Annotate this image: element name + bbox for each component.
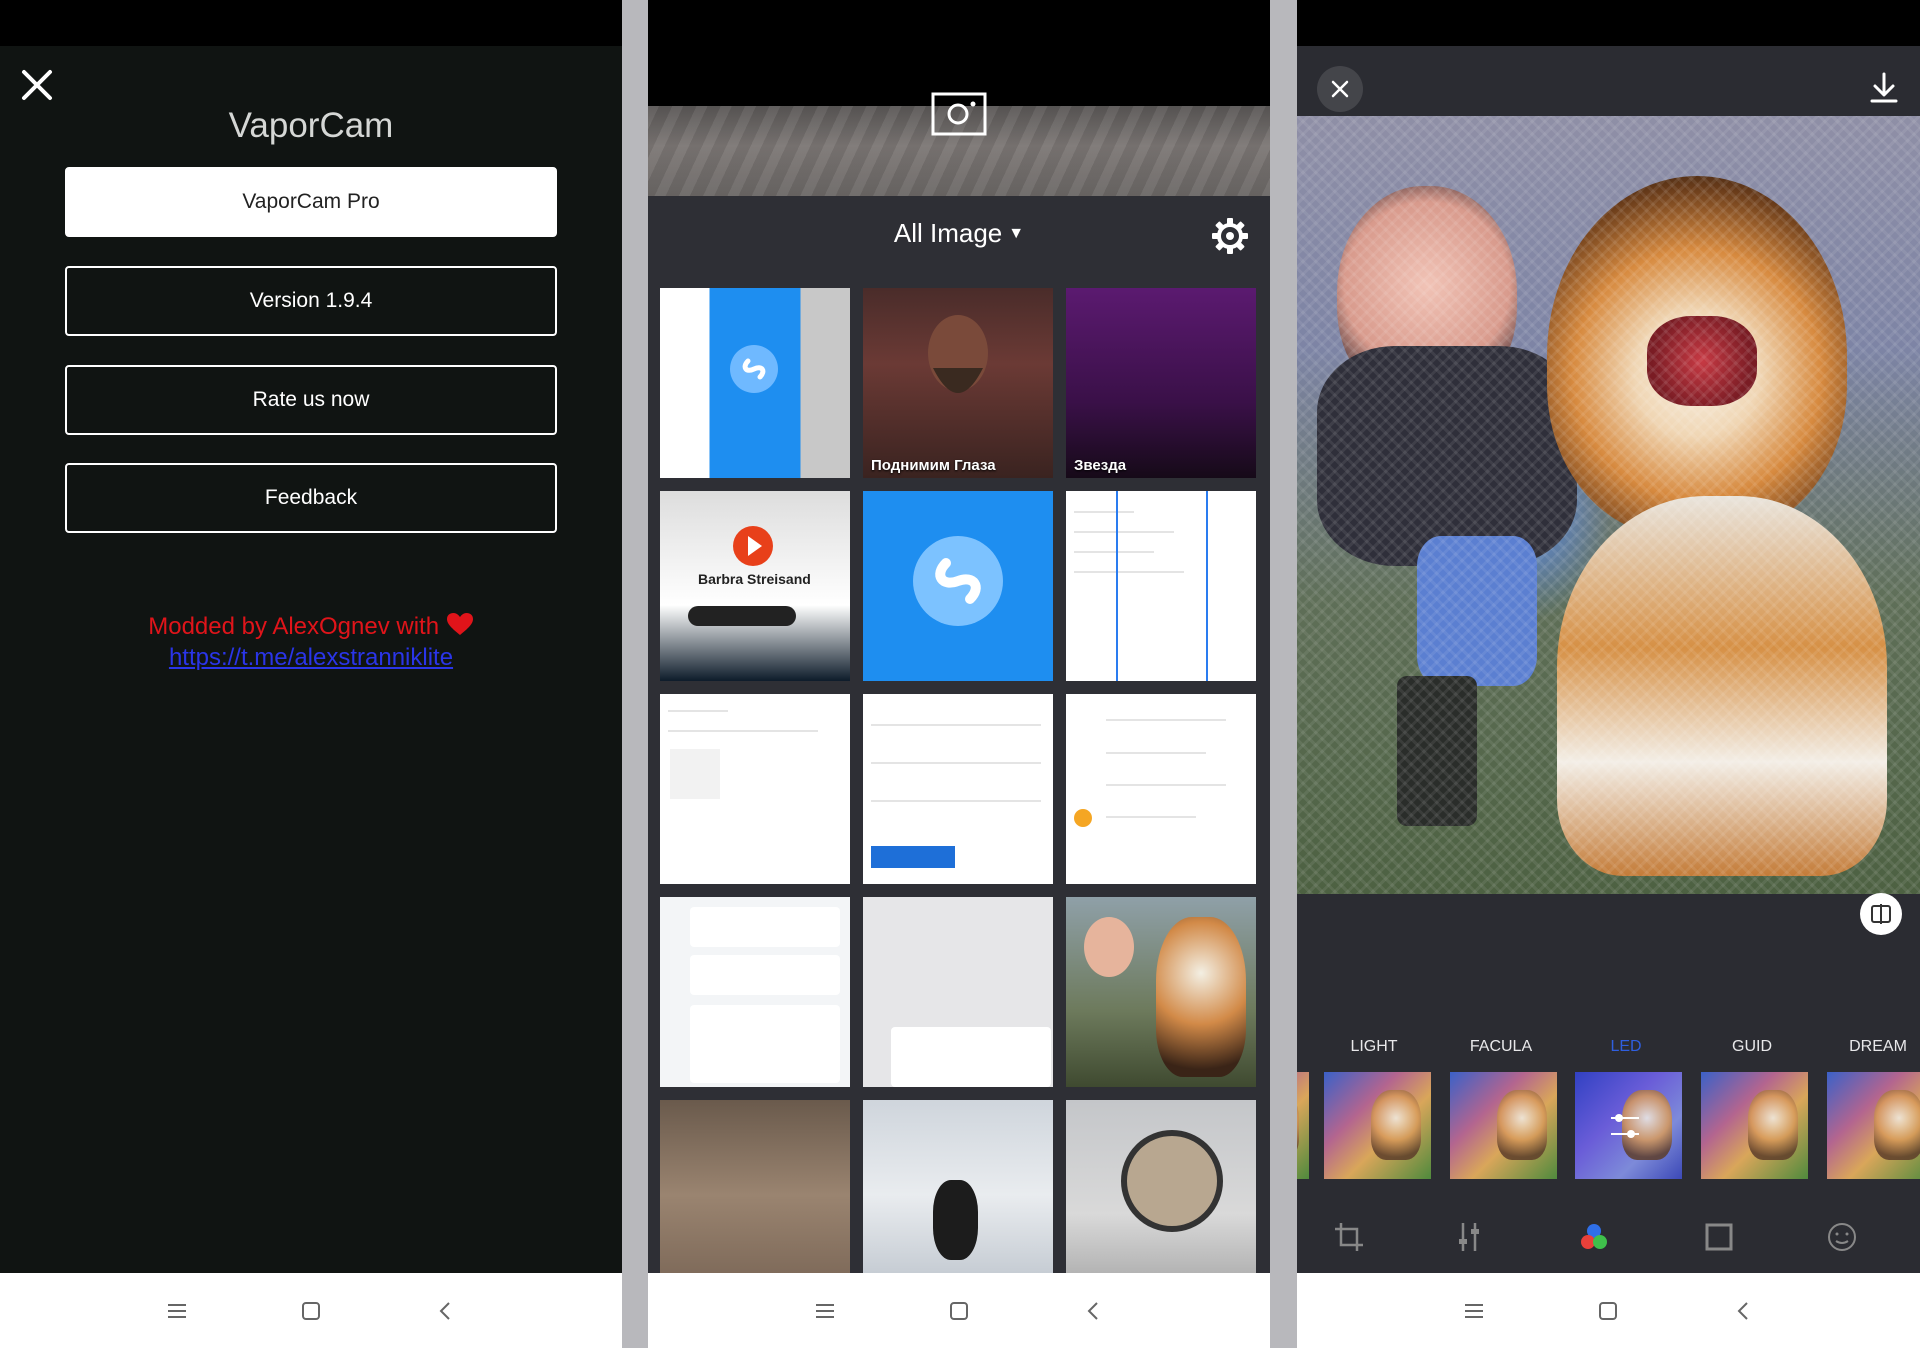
filter-thumbnail-guid[interactable] xyxy=(1701,1072,1808,1179)
album-selector[interactable]: All Image ▼ xyxy=(648,218,1270,249)
filter-thumbnail[interactable] xyxy=(1297,1072,1309,1179)
navigation-bar xyxy=(0,1273,622,1348)
editor-screen: LIGHT FACULA LED GUID DREAM xyxy=(1297,0,1920,1348)
adjust-icon[interactable] xyxy=(1447,1215,1491,1259)
back-icon[interactable] xyxy=(427,1293,463,1329)
camera-icon[interactable] xyxy=(931,92,987,136)
filters-icon[interactable] xyxy=(1572,1215,1616,1259)
close-icon[interactable] xyxy=(18,66,56,104)
gear-icon[interactable] xyxy=(1210,216,1250,256)
filter-label-guid[interactable]: GUID xyxy=(1697,1038,1807,1056)
home-icon[interactable] xyxy=(1590,1293,1626,1329)
filter-labels: LIGHT FACULA LED GUID DREAM xyxy=(1297,1038,1920,1062)
crop-icon[interactable] xyxy=(1327,1215,1371,1259)
filter-thumbnail-led[interactable] xyxy=(1575,1072,1682,1179)
gallery-thumbnail[interactable]: Поднимим Глаза xyxy=(863,288,1053,478)
filter-thumbnail-facula[interactable] xyxy=(1450,1072,1557,1179)
filter-label-dream[interactable]: DREAM xyxy=(1823,1038,1920,1056)
filter-thumbnail-light[interactable] xyxy=(1324,1072,1431,1179)
menu-icon[interactable] xyxy=(1456,1293,1492,1329)
navigation-bar xyxy=(1297,1273,1920,1348)
gallery-thumbnail[interactable] xyxy=(863,694,1053,884)
filter-thumbnail-dream[interactable] xyxy=(1827,1072,1920,1179)
edit-toolbar xyxy=(1297,1215,1920,1265)
thumbnail-caption: Поднимим Глаза xyxy=(871,457,996,474)
menu-icon[interactable] xyxy=(159,1293,195,1329)
edited-photo xyxy=(1297,116,1920,894)
back-icon[interactable] xyxy=(1725,1293,1761,1329)
status-bar xyxy=(0,0,622,46)
back-icon[interactable] xyxy=(1075,1293,1111,1329)
album-name: All Image xyxy=(893,218,1003,248)
gallery-thumbnail[interactable]: Звезда xyxy=(1066,288,1256,478)
feedback-button[interactable]: Feedback xyxy=(65,463,557,533)
close-icon[interactable] xyxy=(1317,66,1363,112)
gallery-thumbnail[interactable] xyxy=(1066,491,1256,681)
gallery-screen: All Image ▼ Поднимим Глаза Звезда Barbra… xyxy=(648,0,1270,1348)
menu-icon[interactable] xyxy=(807,1293,843,1329)
download-icon[interactable] xyxy=(1862,66,1906,110)
vaporcam-pro-button[interactable]: VaporCam Pro xyxy=(65,167,557,237)
gallery-thumbnail[interactable] xyxy=(660,1100,850,1290)
home-icon[interactable] xyxy=(293,1293,329,1329)
navigation-bar xyxy=(648,1273,1270,1348)
heart-icon xyxy=(446,612,474,643)
sticker-icon[interactable] xyxy=(1820,1215,1864,1259)
gallery-thumbnail[interactable] xyxy=(660,694,850,884)
gallery-thumbnail[interactable] xyxy=(660,897,850,1087)
home-icon[interactable] xyxy=(941,1293,977,1329)
version-button[interactable]: Version 1.9.4 xyxy=(65,266,557,336)
thumbnail-caption: Звезда xyxy=(1074,457,1127,474)
gallery-thumbnail[interactable] xyxy=(863,1100,1053,1290)
rate-us-button[interactable]: Rate us now xyxy=(65,365,557,435)
filter-label-facula[interactable]: FACULA xyxy=(1446,1038,1556,1056)
filter-label-light[interactable]: LIGHT xyxy=(1319,1038,1429,1056)
gallery-thumbnail[interactable]: Barbra Streisand xyxy=(660,491,850,681)
modded-credit: Modded by AlexOgnev with xyxy=(0,612,622,643)
modded-text: Modded by AlexOgnev with xyxy=(148,613,440,640)
gallery-thumbnail[interactable] xyxy=(863,897,1053,1087)
frame-icon[interactable] xyxy=(1697,1215,1741,1259)
thumbnail-caption: Barbra Streisand xyxy=(698,571,811,587)
status-bar xyxy=(648,0,1270,46)
telegram-link[interactable]: https://t.me/alexstranniklite xyxy=(0,644,622,672)
gallery-thumbnail[interactable] xyxy=(863,491,1053,681)
caret-down-icon: ▼ xyxy=(1008,225,1025,242)
status-bar xyxy=(1297,0,1920,46)
gallery-thumbnail[interactable] xyxy=(1066,694,1256,884)
settings-screen: VaporCam VaporCam Pro Version 1.9.4 Rate… xyxy=(0,0,622,1348)
filter-label-led[interactable]: LED xyxy=(1571,1038,1681,1056)
gallery-thumbnail[interactable] xyxy=(1066,897,1256,1087)
gallery-thumbnail[interactable] xyxy=(1066,1100,1256,1290)
compare-icon[interactable] xyxy=(1860,893,1902,935)
gallery-thumbnail[interactable] xyxy=(660,288,850,478)
app-title: VaporCam xyxy=(228,106,394,145)
